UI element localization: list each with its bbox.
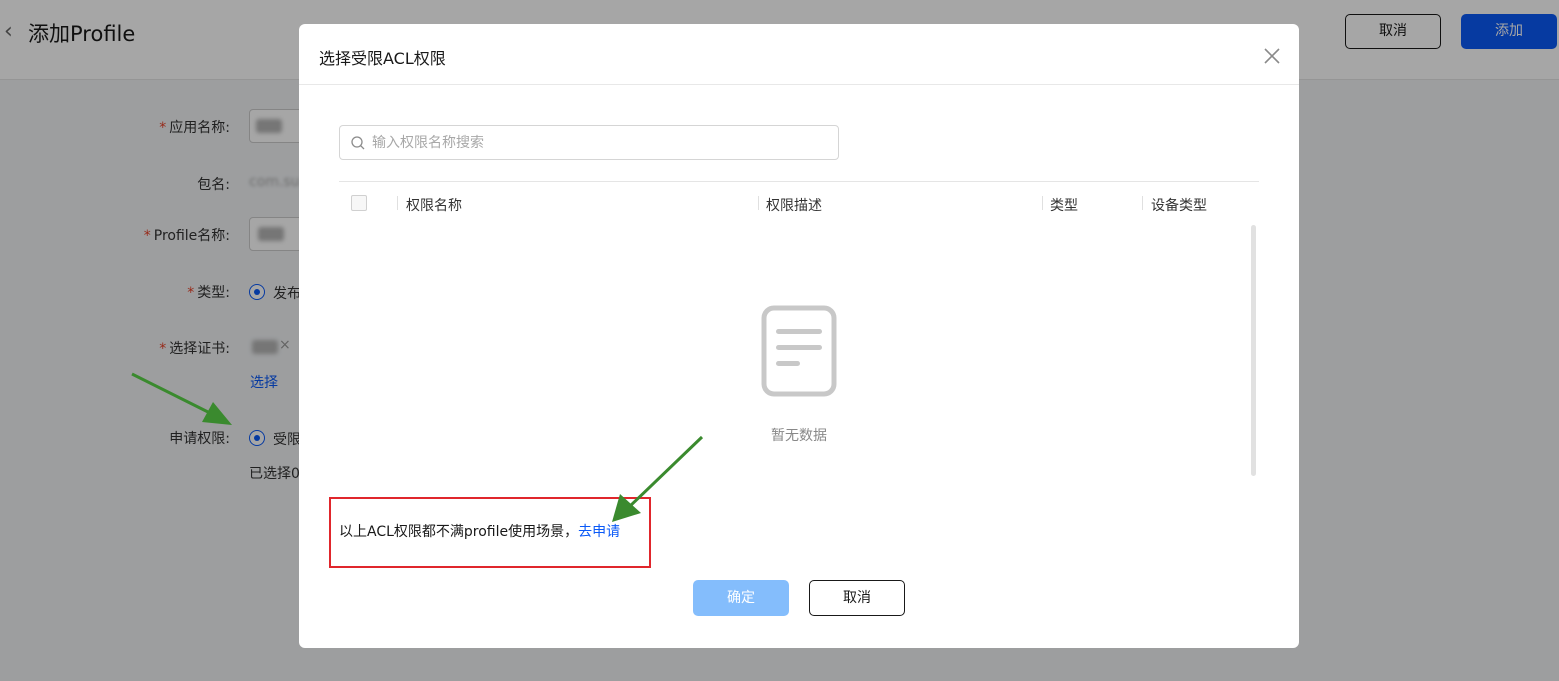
column-header-name[interactable]: 权限名称 — [406, 195, 462, 215]
search-icon — [351, 136, 365, 150]
empty-document-icon — [761, 305, 837, 397]
select-all-checkbox[interactable] — [351, 195, 367, 211]
column-header-device-type[interactable]: 设备类型 — [1151, 195, 1207, 215]
dialog-cancel-button[interactable]: 取消 — [809, 580, 905, 616]
column-header-description[interactable]: 权限描述 — [766, 195, 822, 215]
table-top-border — [339, 181, 1259, 182]
close-icon[interactable] — [1261, 45, 1283, 67]
empty-state-text: 暂无数据 — [771, 428, 827, 444]
column-separator — [1142, 196, 1143, 210]
column-separator — [397, 196, 398, 210]
column-separator — [758, 196, 759, 210]
table-scrollbar[interactable] — [1251, 225, 1256, 476]
dialog-title: 选择受限ACL权限 — [319, 49, 446, 68]
column-header-type[interactable]: 类型 — [1050, 195, 1078, 215]
acl-note: 以上ACL权限都不满profile使用场景，去申请 — [339, 521, 620, 541]
column-separator — [1042, 196, 1043, 210]
dialog-divider — [299, 84, 1299, 85]
search-input[interactable] — [372, 126, 832, 159]
confirm-button[interactable]: 确定 — [693, 580, 789, 616]
acl-note-text: 以上ACL权限都不满profile使用场景， — [339, 524, 579, 540]
search-box[interactable] — [339, 125, 839, 160]
acl-permission-dialog: 选择受限ACL权限 权限名称 权限描述 类型 设备类型 暂无数据 以上ACL权限… — [299, 24, 1299, 648]
apply-link[interactable]: 去申请 — [578, 524, 620, 540]
